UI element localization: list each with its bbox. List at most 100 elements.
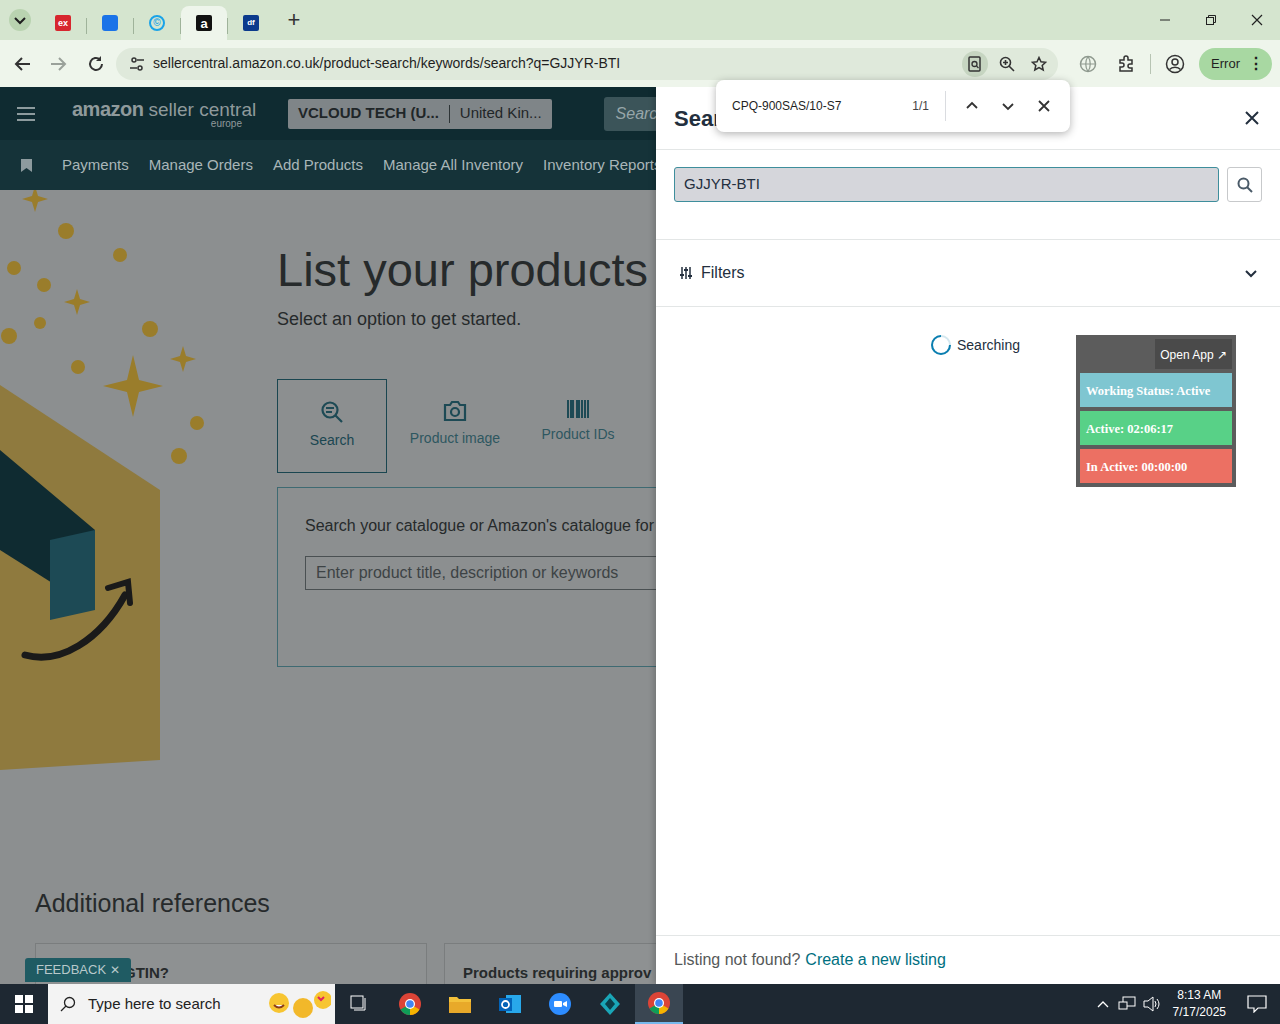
panel-close-button[interactable] (1244, 110, 1260, 126)
omnibox[interactable]: sellercentral.amazon.co.uk/product-searc… (116, 48, 1058, 80)
account-name: VCLOUD TECH (U... (298, 102, 439, 125)
active-time-label: Active: 02:06:17 (1086, 422, 1173, 436)
searching-label: Searching (957, 335, 1020, 356)
find-divider (945, 91, 946, 121)
start-button[interactable] (0, 995, 48, 1013)
emoji-illustration (267, 989, 331, 1019)
browser-tab[interactable]: df (228, 6, 274, 40)
option-label: Search (310, 430, 354, 451)
restore-button[interactable] (1188, 0, 1234, 40)
find-close-button[interactable] (1028, 100, 1060, 112)
create-listing-link[interactable]: Create a new listing (805, 948, 946, 972)
nav-item[interactable]: Inventory Reports (543, 154, 661, 177)
find-query[interactable]: CPQ-900SAS/10-S7 (732, 97, 902, 115)
panel-search-value: GJJYR-BTI (684, 173, 760, 196)
working-status-label: Working Status: Active (1086, 384, 1210, 398)
find-button[interactable] (962, 51, 988, 77)
feedback-close[interactable]: ✕ (110, 961, 120, 979)
puzzle-icon (1117, 55, 1135, 73)
clock[interactable]: 8:13 AM 7/17/2025 (1165, 987, 1234, 1021)
chrome-active-taskbar-button[interactable] (635, 984, 683, 1024)
outlook-icon (498, 992, 522, 1016)
tab-favicon (102, 15, 118, 31)
windows-icon (15, 995, 33, 1013)
browser-tab[interactable]: a (181, 6, 227, 40)
site-info-button[interactable] (124, 51, 150, 77)
panel-search-input[interactable]: GJJYR-BTI (674, 167, 1219, 202)
panel-search-button[interactable] (1227, 167, 1262, 202)
inactive-time-label: In Active: 00:00:00 (1086, 460, 1187, 474)
tab-strip: ex ©adf + (0, 0, 1280, 40)
filters-row[interactable]: Filters (656, 240, 1280, 307)
bookmark-icon[interactable] (21, 159, 32, 172)
translate-button[interactable] (1070, 55, 1106, 73)
zoom-taskbar-button[interactable] (535, 992, 585, 1016)
forward-button[interactable] (40, 55, 76, 73)
tab-separator (86, 18, 87, 34)
nav-item[interactable]: Payments (62, 154, 129, 177)
toolbar-divider (1150, 54, 1151, 74)
tab-separator (227, 18, 228, 34)
marketplace-name: United Kin... (460, 102, 542, 125)
outlook-taskbar-button[interactable] (485, 992, 535, 1016)
network-button[interactable] (1115, 996, 1139, 1012)
camera-icon (443, 400, 467, 422)
filters-label: Filters (701, 261, 745, 285)
zoom-button[interactable] (994, 51, 1020, 77)
option-label: Product image (410, 428, 500, 449)
profile-button[interactable] (1157, 54, 1193, 74)
folder-icon (448, 994, 472, 1014)
option-card[interactable]: Product image (400, 379, 510, 473)
tab-list: ex ©adf (40, 0, 274, 40)
open-app-button[interactable]: Open App ↗ (1155, 339, 1232, 369)
close-icon (1244, 110, 1260, 126)
chrome-icon (647, 991, 671, 1015)
volume-button[interactable] (1139, 996, 1165, 1012)
profile-status-label: Error (1211, 54, 1240, 74)
nav-item[interactable]: Add Products (273, 154, 363, 177)
close-icon (1038, 100, 1050, 112)
hamburger-button[interactable] (0, 107, 52, 121)
taskbar-search[interactable]: Type here to search (48, 984, 335, 1024)
chevron-up-icon (1097, 1000, 1109, 1008)
tray-overflow-button[interactable] (1091, 1000, 1115, 1008)
task-view-button[interactable] (335, 995, 385, 1013)
nav-item[interactable]: Manage All Inventory (383, 154, 523, 177)
find-bar: CPQ-900SAS/10-S7 1/1 (716, 80, 1070, 132)
close-window-button[interactable] (1234, 0, 1280, 40)
search-icon (320, 400, 344, 424)
browser-tab[interactable]: ex (40, 6, 86, 40)
find-previous-button[interactable] (956, 99, 988, 113)
zoom-icon (999, 56, 1015, 72)
minimize-button[interactable] (1142, 0, 1188, 40)
new-tab-button[interactable]: + (274, 9, 314, 31)
panel-search-row: GJJYR-BTI (656, 150, 1280, 240)
seller-central-logo[interactable]: amazon seller central europe (72, 99, 262, 129)
chevron-up-icon (965, 99, 979, 113)
chevron-down-icon (1244, 266, 1258, 280)
browser-tab[interactable]: © (134, 6, 180, 40)
extensions-button[interactable] (1108, 55, 1144, 73)
bookmark-button[interactable] (1026, 51, 1052, 77)
chrome-taskbar-button[interactable] (385, 992, 435, 1016)
tab-search-button[interactable] (0, 8, 40, 32)
option-card[interactable]: Search (277, 379, 387, 473)
option-card[interactable]: Product IDs (523, 379, 633, 473)
nav-item[interactable]: Manage Orders (149, 154, 253, 177)
reload-button[interactable] (78, 55, 114, 73)
app-taskbar-button[interactable] (585, 992, 635, 1016)
explorer-taskbar-button[interactable] (435, 994, 485, 1014)
logo-brand: amazon (72, 99, 143, 119)
notification-icon (1247, 995, 1267, 1013)
find-next-button[interactable] (992, 99, 1024, 113)
notifications-button[interactable] (1234, 995, 1280, 1013)
star-icon (1031, 56, 1047, 72)
profile-error-chip[interactable]: Error ⋮ (1199, 48, 1272, 80)
feedback-badge[interactable]: FEEDBACK ✕ (25, 958, 131, 982)
account-switcher[interactable]: VCLOUD TECH (U... United Kin... (288, 99, 552, 129)
task-view-icon (350, 995, 370, 1013)
browser-tab[interactable] (87, 6, 133, 40)
searching-status: Searching (930, 333, 1020, 357)
back-button[interactable] (8, 55, 38, 73)
inactive-time-row: In Active: 00:00:00 (1080, 449, 1232, 483)
